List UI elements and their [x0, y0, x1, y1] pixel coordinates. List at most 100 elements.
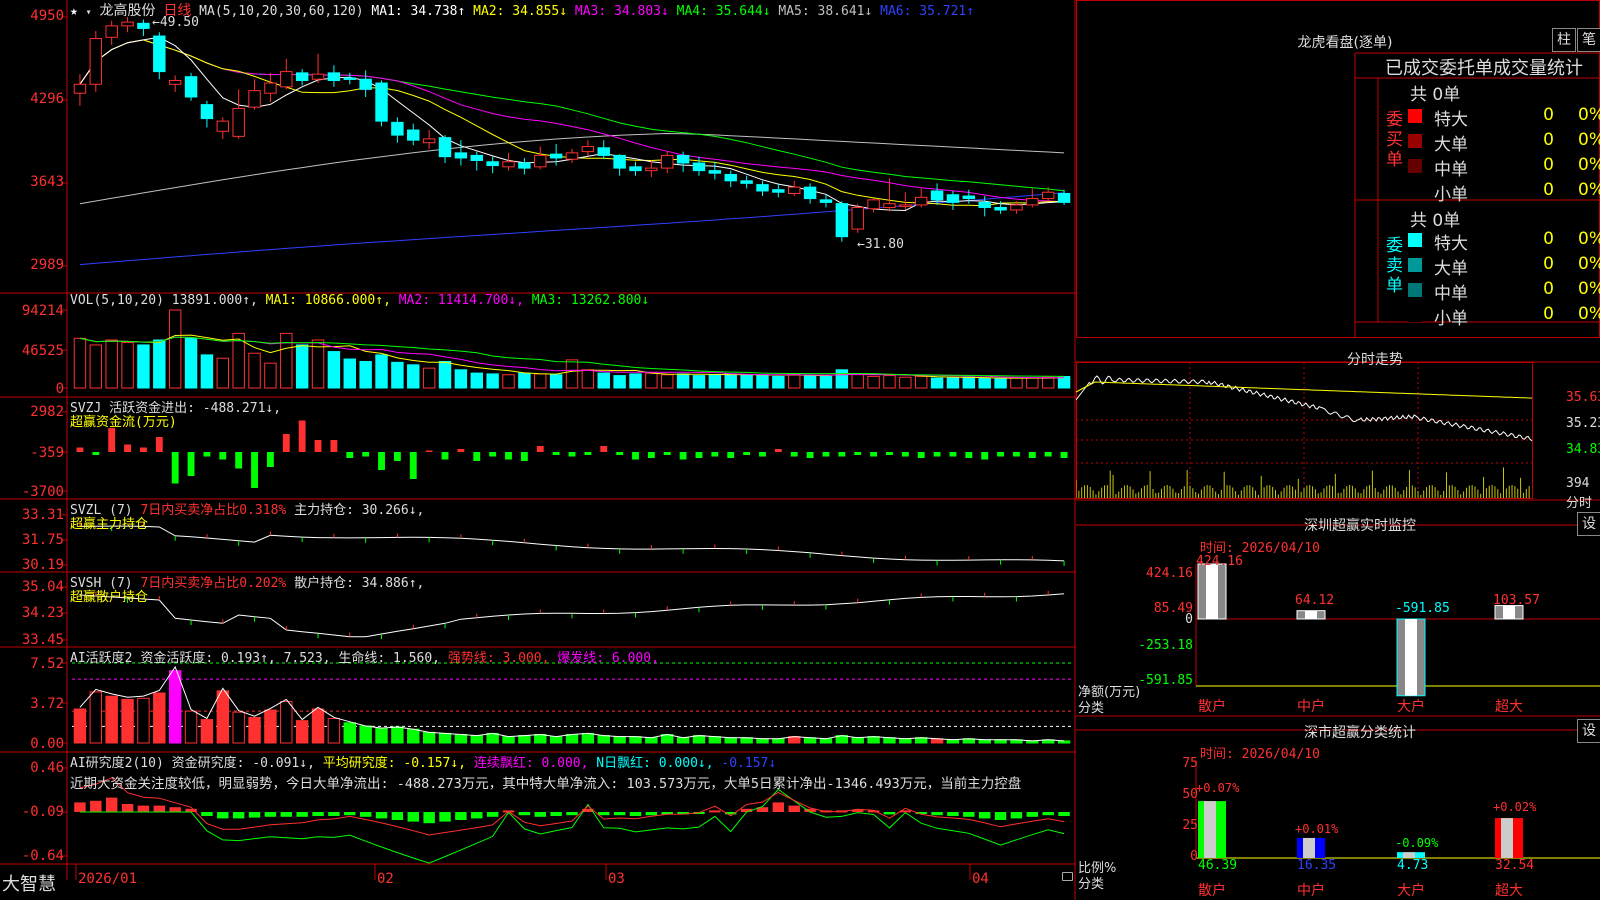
vol-bar [629, 373, 642, 389]
tick-mode-button[interactable]: 笔 [1577, 28, 1600, 52]
svzj-bar [187, 452, 195, 476]
ai-bar [819, 738, 833, 744]
candle-body [359, 78, 372, 90]
vol-bar [692, 375, 706, 389]
candle-body [105, 25, 118, 38]
svzj-bar [203, 452, 211, 457]
stats-tabs[interactable]: 已成交委托单成交量统计 [1385, 54, 1583, 80]
bar-mode-button[interactable]: 柱 [1552, 28, 1576, 52]
vol-bar [946, 377, 960, 389]
vol-bar [962, 376, 976, 389]
candle-body [438, 137, 452, 158]
ai-bar [851, 737, 864, 744]
ai-bar [391, 726, 404, 744]
vol-bar [978, 377, 991, 389]
sz-value-label: 103.57 [1493, 593, 1540, 608]
svzj-bar [933, 452, 941, 457]
vol-bar [470, 372, 483, 389]
svzj-bar [298, 420, 306, 452]
vol-bar [994, 378, 1007, 389]
vol-bar [676, 373, 690, 389]
candle-body [343, 77, 356, 80]
vol-bar [422, 367, 436, 389]
vol-bar [597, 372, 610, 389]
candle-body [835, 203, 849, 238]
dropdown-caret-icon[interactable]: ▾ [86, 7, 92, 18]
vol-bar [613, 375, 626, 389]
svzj-bar [219, 452, 227, 460]
vol-bar [216, 357, 230, 389]
candle-body [788, 186, 801, 194]
buy-row: 小单 0 0% [1408, 179, 1600, 205]
ai-bar [184, 710, 198, 744]
ai-bar [422, 731, 436, 744]
sz-bar-highlight [1305, 610, 1317, 619]
svzj-bar [473, 452, 481, 461]
lock-icon[interactable] [1062, 872, 1073, 881]
sc-time: 时间: 2026/04/10 [1200, 747, 1320, 762]
ai-bar [502, 736, 515, 744]
vol-axis-label: 0 [55, 381, 64, 397]
sz-settings-button[interactable]: 设 [1577, 512, 1600, 536]
candle-body [407, 129, 420, 141]
sell-row: 中单 0 0% [1408, 278, 1600, 304]
sell-row: 小单 0 0% [1408, 303, 1600, 329]
svzl-axis-label: 30.19 [21, 557, 64, 573]
price-axis-label: 4950 [30, 8, 64, 24]
ai2-bar [201, 812, 213, 816]
candle-body [280, 71, 293, 88]
ai-bar [724, 737, 737, 744]
vol-bar [295, 344, 309, 389]
vol-bar [200, 354, 214, 389]
sc-settings-button[interactable]: 设 [1577, 719, 1600, 743]
ma-value: MA3: 34.803↓ [567, 4, 669, 19]
ai2-bar [963, 812, 975, 817]
candle-body [645, 167, 658, 172]
vol-bar [883, 375, 896, 389]
vol-bar [454, 369, 468, 389]
high-marker: ←49.50 [152, 15, 199, 30]
svzj-bar [600, 446, 608, 452]
candle-body [518, 162, 531, 169]
brand-logo: 大智慧 [2, 874, 56, 895]
sc-category-label: 分类 [1078, 877, 1105, 892]
candle-body [613, 154, 626, 169]
ai2-bar [978, 812, 991, 819]
ai2-bar [439, 812, 451, 822]
ai2-bar [74, 802, 86, 812]
ai2-bar [629, 812, 642, 816]
ai2-bar [1042, 812, 1054, 816]
svsh-subtitle: 超赢散户持仓 [70, 590, 149, 605]
svzj-bar [155, 437, 163, 452]
ai-axis-label: 0.00 [30, 736, 64, 752]
lhkp-title: 龙虎看盘(逐单) [1297, 35, 1393, 51]
ai-bar [153, 692, 166, 744]
ai2-bar [518, 812, 531, 816]
svzj-bar [362, 452, 370, 457]
ai2-bar [169, 807, 181, 812]
stock-name[interactable]: 龙高股份 [100, 3, 156, 19]
svzl-axis-label: 33.31 [21, 507, 64, 523]
candle-body [803, 186, 817, 200]
candle-body [978, 201, 991, 208]
ai-bar [899, 738, 912, 744]
svzj-subtitle: 超赢资金流(万元) [70, 415, 177, 430]
vol-bar [708, 374, 722, 389]
ai-bar [534, 733, 547, 744]
svzj-bar [822, 452, 830, 457]
ai-bar [327, 718, 341, 744]
favorite-star-icon[interactable]: ★ [70, 4, 78, 19]
vol-bar [264, 362, 277, 389]
svzj-axis-label: 2982 [30, 404, 64, 420]
vol-bar [645, 372, 658, 389]
legend-swatch [1408, 308, 1422, 322]
vol-bar [756, 375, 769, 389]
vol-bar [359, 361, 372, 389]
ma4-line [79, 39, 1065, 192]
candle-body [867, 199, 880, 210]
svzj-bar [663, 452, 671, 455]
kline-area[interactable]: ★ ▾ 龙高股份 日线 MA(5,10,20,30,60,120) MA1: 3… [0, 0, 1076, 900]
vol-bar [772, 375, 785, 389]
vol-bar [661, 374, 674, 389]
svzj-bar [806, 452, 814, 458]
